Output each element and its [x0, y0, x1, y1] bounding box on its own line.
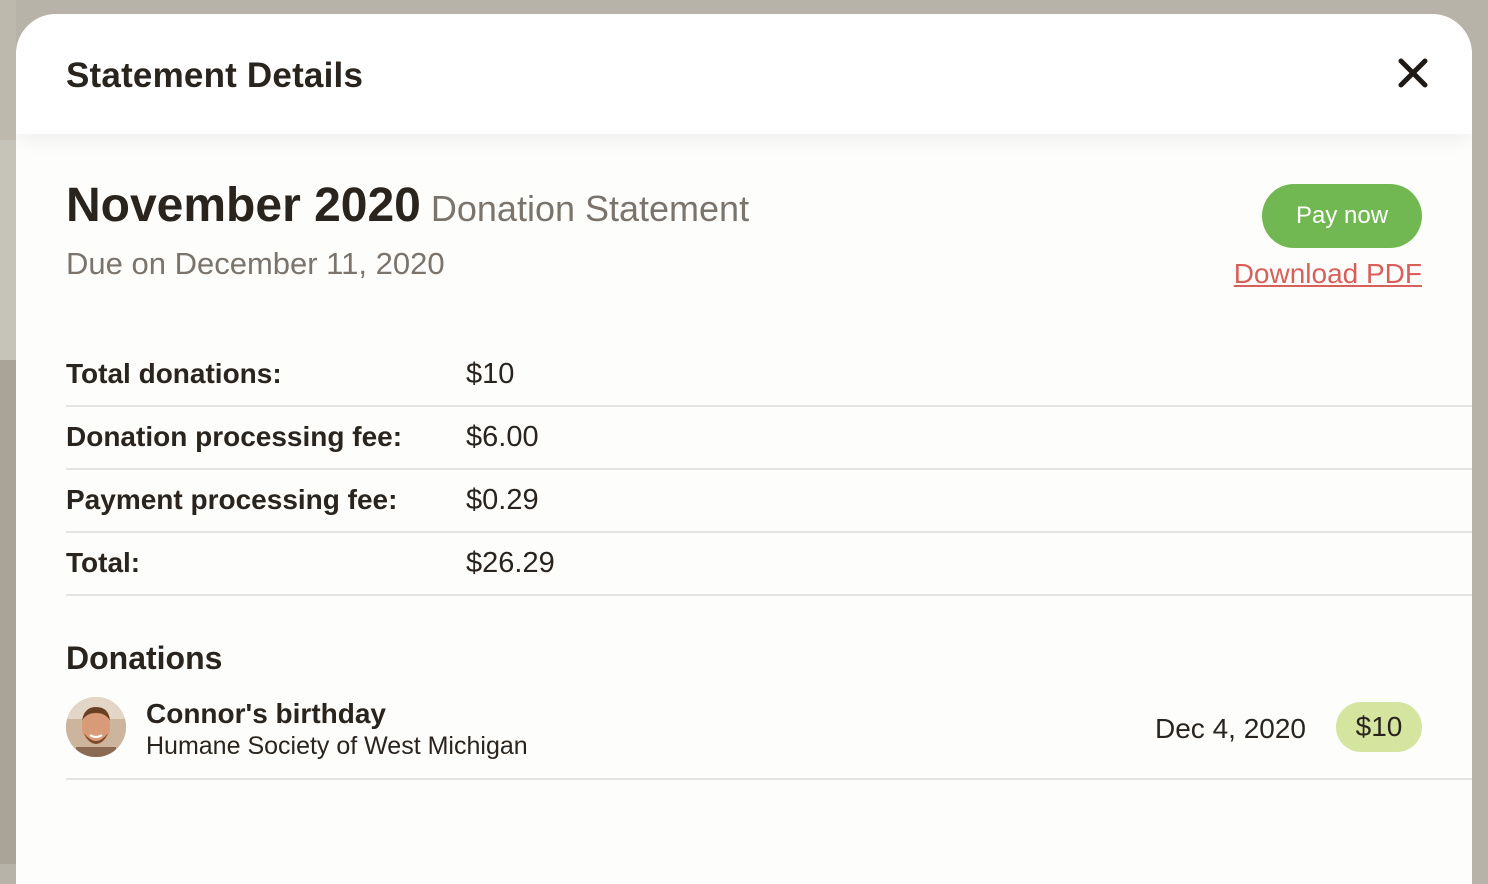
- statement-month: November 2020: [66, 179, 421, 232]
- close-icon: [1398, 58, 1428, 88]
- summary-value: $6.00: [466, 421, 539, 453]
- summary-row: Total: $26.29: [66, 533, 1472, 596]
- avatar-image: [66, 697, 126, 757]
- statement-type: Donation Statement: [430, 188, 750, 229]
- summary-row: Donation processing fee: $6.00: [66, 407, 1472, 470]
- statement-heading: November 2020 Donation Statement: [66, 178, 749, 233]
- donations-heading: Donations: [66, 640, 223, 676]
- donation-list-item[interactable]: Connor's birthday Humane Society of West…: [66, 694, 1472, 780]
- download-pdf-link[interactable]: Download PDF: [1224, 258, 1422, 290]
- summary-row: Payment processing fee: $0.29: [66, 470, 1472, 533]
- close-button[interactable]: [1396, 56, 1430, 90]
- donation-amount-badge: $10: [1336, 702, 1422, 752]
- summary-label: Donation processing fee:: [66, 421, 403, 452]
- modal-title: Statement Details: [66, 56, 364, 95]
- modal-header: Statement Details: [16, 14, 1472, 134]
- summary-label: Total:: [66, 547, 141, 578]
- pay-now-button[interactable]: Pay now: [1262, 184, 1422, 248]
- statement-details-modal: Statement Details November 2020 Donation …: [16, 14, 1472, 884]
- page-backdrop: [0, 0, 16, 864]
- due-date: Due on December 11, 2020: [66, 246, 445, 281]
- summary-value: $26.29: [466, 547, 555, 579]
- summary-table: Total donations: $10 Donation processing…: [66, 344, 1472, 596]
- summary-row: Total donations: $10: [66, 344, 1472, 407]
- donation-date: Dec 4, 2020: [1155, 713, 1306, 744]
- summary-value: $10: [466, 358, 515, 390]
- donation-title: Connor's birthday: [146, 698, 386, 729]
- summary-label: Total donations:: [66, 358, 282, 389]
- summary-value: $0.29: [466, 484, 539, 516]
- person-avatar: [66, 697, 126, 757]
- summary-label: Payment processing fee:: [66, 484, 398, 515]
- donation-organization: Humane Society of West Michigan: [146, 732, 528, 760]
